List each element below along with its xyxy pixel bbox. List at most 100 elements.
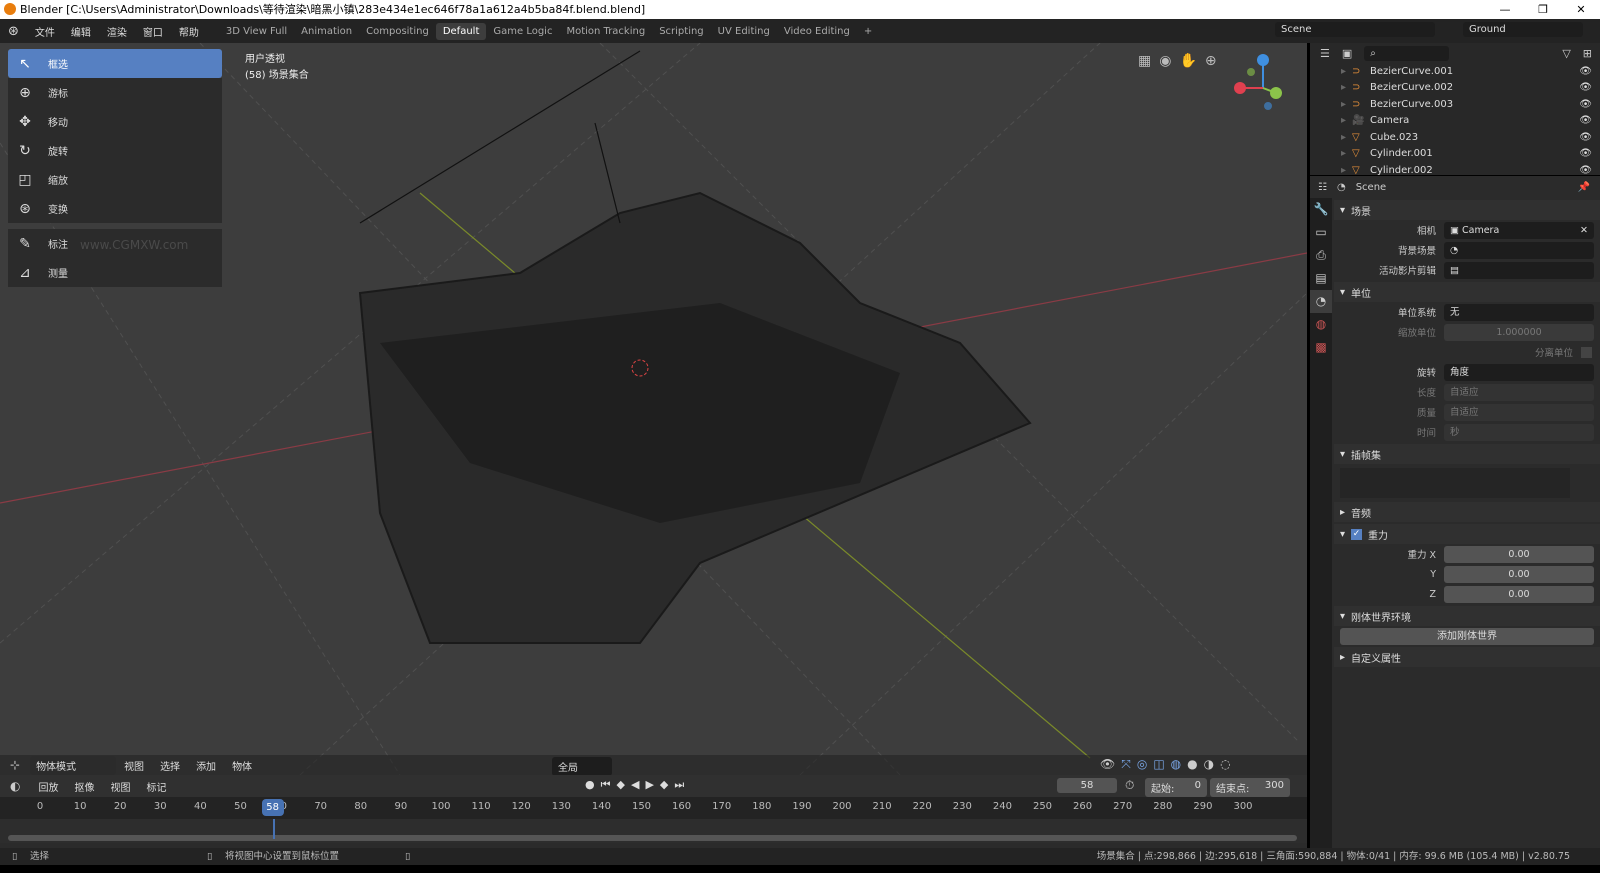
editor-type-icon[interactable]: ⊹ <box>0 758 30 772</box>
playhead[interactable]: 58 <box>261 799 284 816</box>
prev-keyframe-icon[interactable]: ◆ <box>617 778 625 792</box>
section-scene[interactable]: ▾ 场景 <box>1334 200 1600 220</box>
blender-menu-icon[interactable]: ⊛ <box>0 24 27 39</box>
tool-move[interactable]: ✥ 移动 <box>8 107 222 136</box>
section-gravity[interactable]: ▾ ✓ 重力 <box>1334 524 1600 544</box>
filter-icon[interactable]: ▽ <box>1562 47 1570 60</box>
eye-icon[interactable]: 👁 <box>1579 148 1592 159</box>
tab-view-layer-icon[interactable]: ▤ <box>1310 267 1332 290</box>
add-rigid-body-world-button[interactable]: 添加刚体世界 <box>1340 628 1594 645</box>
menu-select[interactable]: 选择 <box>152 758 188 773</box>
zoom-icon[interactable]: ⊕ <box>1205 53 1217 69</box>
tab-default[interactable]: Default <box>435 22 487 40</box>
tab-compositing[interactable]: Compositing <box>359 23 436 40</box>
tool-transform[interactable]: ⊛ 变换 <box>8 194 222 223</box>
outliner-item[interactable]: ▸ ⊃ BezierCurve.002 👁 <box>1310 80 1600 97</box>
tab-tool-icon[interactable]: 🔧 <box>1310 198 1332 221</box>
maximize-button[interactable]: ❐ <box>1524 0 1562 19</box>
tool-cursor[interactable]: ⊕ 游标 <box>8 78 222 107</box>
outliner-item[interactable]: ▸ ⊃ BezierCurve.001 👁 <box>1310 63 1600 80</box>
keying-sets-list[interactable] <box>1340 468 1570 498</box>
shading-material-icon[interactable]: ◑ <box>1204 757 1214 772</box>
xray-toggle-icon[interactable]: ◫ <box>1153 757 1164 772</box>
add-workspace-button[interactable]: + <box>857 23 879 40</box>
rotation-unit-dropdown[interactable]: 角度 <box>1444 363 1594 381</box>
overlay-toggle-icon[interactable]: ◎ <box>1137 757 1147 772</box>
3d-viewport[interactable]: ↖ 框选 ⊕ 游标 ✥ 移动 ↻ 旋转 ◰ 缩放 ⊛ 变换 ✎ 标注 ⊿ 测量 用户透视 (58… <box>0 43 1307 775</box>
outliner-item[interactable]: ▸ 🎥 Camera 👁 <box>1310 113 1600 130</box>
active-clip-field[interactable]: ▤ <box>1444 261 1594 279</box>
grid-toggle-icon[interactable]: ▦ <box>1138 53 1151 69</box>
tab-scene-icon[interactable]: ◔ <box>1310 290 1332 313</box>
close-button[interactable]: ✕ <box>1562 0 1600 19</box>
gravity-y-field[interactable]: 0.00 <box>1444 565 1594 583</box>
menu-view[interactable]: 视图 <box>116 758 152 773</box>
menu-edit[interactable]: 编辑 <box>63 24 99 39</box>
minimize-button[interactable]: — <box>1486 0 1524 19</box>
tab-texture-icon[interactable]: ▩ <box>1310 336 1332 359</box>
tab-world-icon[interactable]: ◍ <box>1310 313 1332 336</box>
eye-icon[interactable]: 👁 <box>1579 82 1592 93</box>
tool-rotate[interactable]: ↻ 旋转 <box>8 136 222 165</box>
eye-icon[interactable]: 👁 <box>1579 115 1592 126</box>
section-keying-sets[interactable]: ▾ 插帧集 <box>1334 444 1600 464</box>
camera-field[interactable]: ▣ Camera ✕ <box>1444 221 1594 239</box>
tab-motion-tracking[interactable]: Motion Tracking <box>559 23 652 40</box>
tab-3d-view-full[interactable]: 3D View Full <box>219 23 294 40</box>
visibility-icon[interactable]: 👁 <box>1100 757 1115 772</box>
length-unit-dropdown[interactable]: 自适应 <box>1444 383 1594 401</box>
camera-view-icon[interactable]: ◉ <box>1159 53 1171 69</box>
pan-hand-icon[interactable]: ✋ <box>1179 53 1196 69</box>
start-frame-field[interactable]: 起始: 0 <box>1145 778 1207 797</box>
timeline[interactable]: ◐ 回放 抠像 视图 标记 ● ⏮ ◆ ◀ ▶ ◆ ⏭ 58 ⏱ 起始: 0 结束… <box>0 775 1307 848</box>
unit-system-dropdown[interactable]: 无 <box>1444 303 1594 321</box>
tool-scale[interactable]: ◰ 缩放 <box>8 165 222 194</box>
filter-view-icon[interactable]: ▣ <box>1342 47 1352 60</box>
outliner-item[interactable]: ▸ ▽ Cylinder.001 👁 <box>1310 146 1600 163</box>
menu-playback[interactable]: 回放 <box>30 779 66 794</box>
mode-selector[interactable]: 物体模式 <box>30 755 117 775</box>
menu-file[interactable]: 文件 <box>27 24 63 39</box>
gravity-z-field[interactable]: 0.00 <box>1444 585 1594 603</box>
tab-uv-editing[interactable]: UV Editing <box>711 23 777 40</box>
eye-icon[interactable]: 👁 <box>1579 99 1592 110</box>
eye-icon[interactable]: 👁 <box>1579 132 1592 143</box>
gravity-checkbox[interactable]: ✓ <box>1351 528 1363 540</box>
tab-scripting[interactable]: Scripting <box>652 23 710 40</box>
section-rigid-body-world[interactable]: ▾ 刚体世界环境 <box>1334 606 1600 626</box>
menu-keying[interactable]: 抠像 <box>66 779 102 794</box>
timeline-editor-icon[interactable]: ◐ <box>0 779 30 793</box>
outliner-item[interactable]: ▸ ⊃ BezierCurve.003 👁 <box>1310 96 1600 113</box>
menu-help[interactable]: 帮助 <box>171 24 207 39</box>
transform-orientation-selector[interactable]: 全局 <box>552 757 612 776</box>
play-reverse-icon[interactable]: ◀ <box>631 778 639 792</box>
pin-icon[interactable]: 📌 <box>1578 182 1600 193</box>
menu-marker[interactable]: 标记 <box>138 779 174 794</box>
menu-render[interactable]: 渲染 <box>99 24 135 39</box>
menu-add[interactable]: 添加 <box>188 758 224 773</box>
view-layer-selector[interactable]: Ground <box>1463 22 1583 37</box>
shading-wireframe-icon[interactable]: ◍ <box>1171 757 1181 772</box>
tab-render-icon[interactable]: ▭ <box>1310 221 1332 244</box>
gizmo-toggle-icon[interactable]: ⤧ <box>1121 757 1131 772</box>
section-units[interactable]: ▾ 单位 <box>1334 282 1600 302</box>
shading-solid-icon[interactable]: ● <box>1187 757 1197 772</box>
scene-selector[interactable]: Scene <box>1275 22 1435 37</box>
unit-scale-field[interactable]: 1.000000 <box>1444 323 1594 341</box>
section-custom-properties[interactable]: ▸ 自定义属性 <box>1334 647 1600 667</box>
play-icon[interactable]: ▶ <box>645 778 653 792</box>
frame-ruler[interactable]: 0102030405060708090100110120130140150160… <box>0 797 1307 819</box>
mass-unit-dropdown[interactable]: 自适应 <box>1444 403 1594 421</box>
timeline-track[interactable] <box>0 819 1307 843</box>
current-frame-field[interactable]: 58 <box>1057 778 1117 793</box>
tab-game-logic[interactable]: Game Logic <box>486 23 559 40</box>
section-audio[interactable]: ▸ 音频 <box>1334 502 1600 522</box>
background-scene-field[interactable]: ◔ <box>1444 241 1594 259</box>
eye-icon[interactable]: 👁 <box>1579 66 1592 77</box>
time-unit-dropdown[interactable]: 秒 <box>1444 423 1594 441</box>
next-keyframe-icon[interactable]: ◆ <box>660 778 668 792</box>
outliner-item[interactable]: ▸ ▽ Cube.023 👁 <box>1310 129 1600 146</box>
stopwatch-icon[interactable]: ⏱ <box>1125 778 1134 793</box>
record-icon[interactable]: ● <box>585 778 595 792</box>
jump-start-icon[interactable]: ⏮ <box>601 778 611 792</box>
